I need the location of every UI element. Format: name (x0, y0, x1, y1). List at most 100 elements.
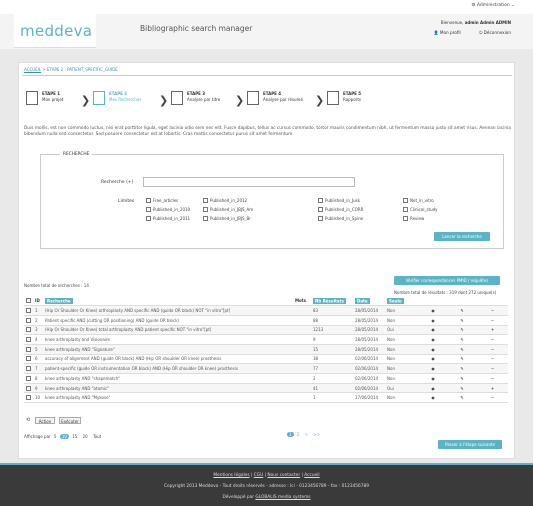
view-icon[interactable]: ◉ (419, 315, 447, 326)
edit-icon[interactable]: ✎ (447, 383, 477, 394)
select-all-checkbox[interactable] (26, 298, 31, 304)
search-input[interactable] (143, 177, 355, 187)
arrow-right-icon: ❯ (235, 94, 245, 107)
edit-icon[interactable]: ✎ (447, 325, 477, 336)
footer-accent (0, 463, 533, 465)
page-size-option[interactable]: 15 (70, 434, 79, 439)
col-words[interactable]: Mots (293, 296, 311, 307)
limit-checkbox[interactable]: Published_in_Jusk (318, 198, 360, 203)
intro-text: Duis mollis, est non commodo luctus, nis… (24, 126, 511, 137)
search-label: Recherche (+) (101, 180, 134, 185)
limit-checkbox[interactable]: Published_in_2010 (146, 207, 190, 212)
remove-icon[interactable]: − (477, 373, 508, 384)
view-icon[interactable]: ◉ (419, 354, 447, 365)
view-icon[interactable]: ◉ (419, 334, 447, 345)
page-size-option-selected[interactable]: 10 (59, 434, 69, 439)
view-icon[interactable]: ◉ (419, 373, 447, 384)
footer-link-cgu[interactable]: CGU (254, 473, 263, 478)
remove-icon[interactable]: − (477, 354, 508, 365)
logout-link[interactable]: Déconnexion (484, 30, 511, 35)
pagination: 1 2 > >> (287, 432, 322, 437)
remove-icon[interactable]: − (477, 334, 508, 345)
limit-checkbox[interactable]: Published_in_CORR (318, 207, 363, 212)
developer-link[interactable]: GLOBALIS media systems (255, 495, 310, 500)
view-icon[interactable]: ◉ (419, 383, 447, 394)
limits-label: Limites (118, 199, 135, 204)
row-checkbox[interactable] (26, 308, 31, 314)
row-checkbox[interactable] (26, 317, 31, 323)
col-id[interactable]: ID (33, 296, 43, 307)
verify-pmid-button[interactable]: Vérifier correspondances PMID / requêtes (394, 276, 500, 285)
top-bar (0, 0, 533, 14)
row-checkbox[interactable] (26, 375, 31, 381)
view-icon[interactable]: ◉ (419, 325, 447, 336)
row-checkbox[interactable] (26, 337, 31, 343)
limit-checkbox[interactable]: Not_in_vitro (403, 198, 434, 203)
remove-icon[interactable]: − (477, 363, 508, 374)
row-checkbox[interactable] (26, 366, 31, 372)
footer-link-contact[interactable]: Nous contacter (267, 473, 300, 478)
administration-menu[interactable]: ⚙ Administration ⌄ (471, 3, 515, 8)
edit-icon[interactable]: ✎ (447, 354, 477, 365)
page-size-option[interactable]: Tout (91, 434, 103, 439)
view-icon[interactable]: ◉ (419, 363, 447, 374)
limit-checkbox[interactable]: Free_articles (146, 198, 178, 203)
edit-icon[interactable]: ✎ (447, 305, 477, 316)
breadcrumb-home[interactable]: ACCUEIL (24, 67, 41, 72)
footer-link-legal[interactable]: Mentions légales (213, 473, 249, 478)
edit-icon[interactable]: ✎ (447, 392, 477, 404)
row-checkbox[interactable] (26, 327, 31, 333)
page-size-option[interactable]: 5 (52, 434, 59, 439)
view-icon[interactable]: ◉ (419, 305, 447, 316)
view-icon[interactable]: ◉ (419, 344, 447, 355)
edit-icon[interactable]: ✎ (447, 344, 477, 355)
col-date[interactable]: Date (353, 296, 385, 307)
limit-checkbox[interactable]: Published_in_JBJS_Br (203, 216, 251, 221)
add-icon[interactable]: + (477, 325, 508, 336)
row-checkbox[interactable] (26, 356, 31, 362)
col-query[interactable]: Recherche (43, 296, 293, 307)
action-select[interactable]: Action (35, 417, 55, 424)
view-icon[interactable]: ◉ (419, 392, 447, 404)
logo[interactable]: meddeva (20, 22, 92, 40)
footer-links: Mentions légales | CGU | Nous contacter … (213, 473, 320, 478)
row-checkbox[interactable] (26, 346, 31, 352)
remove-icon[interactable]: − (477, 344, 508, 355)
col-alone[interactable]: Seule (385, 296, 419, 307)
page-size-option[interactable]: 20 (81, 434, 90, 439)
footer-developer: Développé par GLOBALIS media systems (222, 495, 311, 500)
add-icon[interactable]: + (477, 383, 508, 394)
page-2[interactable]: 2 (295, 432, 302, 437)
edit-icon[interactable]: ✎ (447, 373, 477, 384)
limit-checkbox[interactable]: Clinical_study (403, 207, 438, 212)
limit-checkbox[interactable]: Published_in_2011 (146, 216, 190, 221)
edit-icon[interactable]: ✎ (447, 363, 477, 374)
edit-icon[interactable]: ✎ (447, 315, 477, 326)
power-icon: ⏻ (479, 30, 483, 35)
page-1[interactable]: 1 (287, 432, 294, 437)
last-page[interactable]: >> (311, 432, 322, 437)
execute-button[interactable]: Exécuter (59, 417, 81, 424)
row-checkbox[interactable] (26, 385, 31, 391)
refresh-icon[interactable]: ⟲ (26, 417, 30, 423)
edit-icon[interactable]: ✎ (447, 334, 477, 345)
breadcrumb-current: ETAPE 2 : PATIENT_SPECIFIC_GUIDE (47, 67, 118, 72)
next-page[interactable]: > (303, 432, 310, 437)
col-results[interactable]: Nb Résultats (311, 296, 353, 307)
search-legend: RECHERCHE (60, 152, 93, 157)
table-row: 9 knee arthroplasty AND "otomic" 41 02/0… (24, 383, 508, 394)
table-row: 6 accuracy of alignment AND (guide OR bl… (24, 354, 508, 365)
next-step-button[interactable]: Passer à l'étape suivante (438, 440, 502, 449)
remove-icon[interactable]: − (477, 305, 508, 316)
limit-checkbox[interactable]: Review (403, 216, 424, 221)
footer-link-home[interactable]: Accueil (304, 473, 319, 478)
limit-checkbox[interactable]: Published_in_Spine (318, 216, 363, 221)
profile-link[interactable]: Mon profil (440, 30, 461, 35)
limit-checkbox[interactable]: Published_in_JBJS_Am (203, 207, 253, 212)
limit-checkbox[interactable]: Published_in_2012 (203, 198, 247, 203)
footer-copyright: Copyright 2013 Meddeva - Tout droits rés… (164, 484, 369, 489)
remove-icon[interactable]: − (477, 392, 508, 404)
row-checkbox[interactable] (26, 395, 31, 401)
remove-icon[interactable]: − (477, 315, 508, 326)
launch-search-button[interactable]: Lancer la recherche (434, 232, 490, 241)
